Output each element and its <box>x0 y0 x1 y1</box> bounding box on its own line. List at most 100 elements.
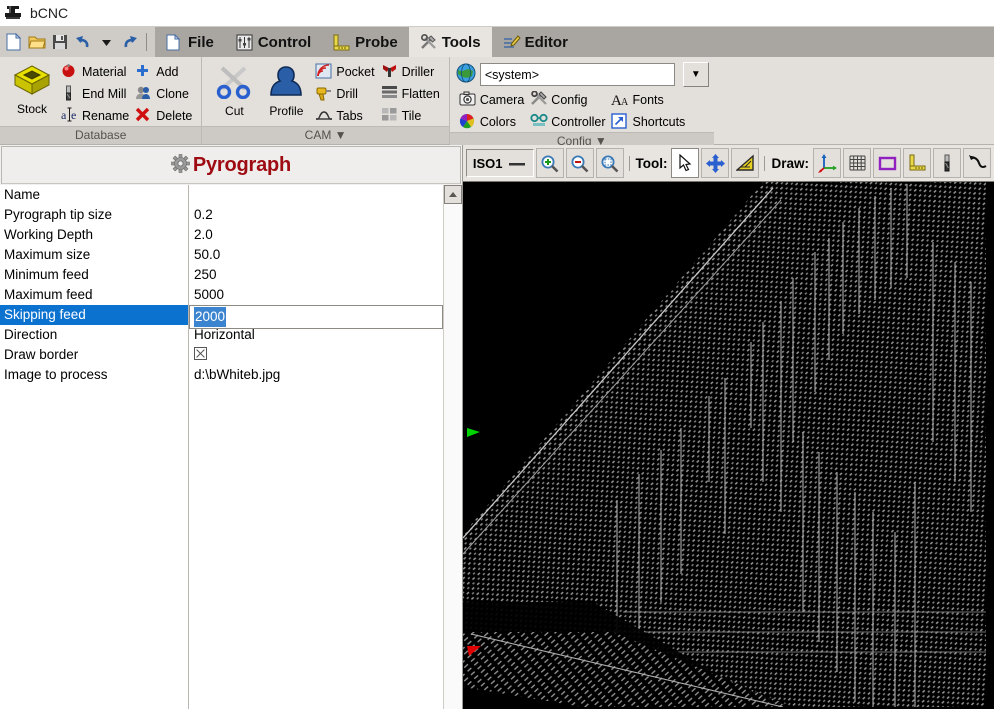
controller-label: Controller <box>551 114 606 129</box>
shortcuts-button[interactable]: Shortcuts <box>608 111 688 132</box>
profile-button[interactable]: Profile <box>260 61 312 118</box>
3d-viewport[interactable] <box>462 181 994 709</box>
property-row-maximum-feed[interactable]: Maximum feed <box>0 285 188 305</box>
end-mill-label: End Mill <box>82 86 127 101</box>
gear-icon <box>171 154 190 176</box>
window-title: bCNC <box>30 5 69 21</box>
delete-button[interactable]: Delete <box>132 105 195 126</box>
property-row-direction[interactable]: Direction <box>0 325 188 345</box>
fonts-button[interactable]: AA Fonts <box>608 89 688 110</box>
draw-margin-button[interactable] <box>873 148 901 178</box>
pocket-button[interactable]: Pocket <box>312 61 377 82</box>
clone-icon <box>135 85 152 102</box>
tab-control[interactable]: Control <box>225 27 322 57</box>
drill-button[interactable]: Drill <box>312 83 377 104</box>
open-file-button[interactable] <box>27 31 47 53</box>
zoom-fit-button[interactable] <box>595 148 624 178</box>
property-value-minimum-feed[interactable]: 250 <box>189 265 443 285</box>
triangle-down-icon: ▼ <box>690 69 701 80</box>
property-row-maximum-size[interactable]: Maximum size <box>0 245 188 265</box>
property-value-image[interactable]: d:\bWhiteb.jpg <box>189 365 443 385</box>
pyrograph-panel: Pyrograph Name Pyrograph tip size Workin… <box>0 145 463 709</box>
triangle-down-icon[interactable]: ▼ <box>335 128 347 142</box>
config-button[interactable]: Config <box>527 89 608 110</box>
tabs-button[interactable]: Tabs <box>312 105 377 126</box>
property-value-draw-border[interactable] <box>189 345 443 365</box>
draw-grid-button[interactable] <box>843 148 871 178</box>
property-row-skipping-feed[interactable]: Skipping feed <box>0 305 188 325</box>
svg-text:e: e <box>71 108 76 122</box>
config-select[interactable]: <system> <box>479 63 675 86</box>
page-title: Pyrograph <box>192 153 292 176</box>
database-group-label: Database <box>0 126 202 144</box>
tool-pan-button[interactable] <box>701 148 730 178</box>
tab-label: Tools <box>441 33 481 51</box>
controller-button[interactable]: Controller <box>527 111 608 132</box>
property-row-working-depth[interactable]: Working Depth <box>0 225 188 245</box>
flatten-button[interactable]: Flatten <box>378 83 443 104</box>
profile-head-icon <box>268 63 304 102</box>
colors-button[interactable]: Colors <box>456 111 527 132</box>
end-mill-button[interactable]: End Mill <box>58 83 132 104</box>
draw-probe-button[interactable] <box>903 148 931 178</box>
stock-button[interactable]: Stock <box>6 61 58 116</box>
tab-label: Probe <box>355 33 398 51</box>
property-value-name[interactable] <box>189 185 443 205</box>
profile-label: Profile <box>269 104 304 118</box>
camera-button[interactable]: Camera <box>456 89 527 110</box>
properties-scrollbar[interactable] <box>442 185 462 709</box>
config-select-row: <system> ▼ <box>456 62 709 87</box>
save-file-button[interactable] <box>50 31 70 53</box>
redo-button[interactable] <box>119 31 139 53</box>
tab-editor[interactable]: Editor <box>492 27 579 57</box>
property-value-maximum-feed[interactable]: 5000 <box>189 285 443 305</box>
clone-button[interactable]: Clone <box>132 83 195 104</box>
tile-button[interactable]: Tile <box>378 105 443 126</box>
database-column-2: Add Clone Delete <box>132 61 195 126</box>
clone-label: Clone <box>156 86 189 101</box>
property-row-draw-border[interactable]: Draw border <box>0 345 188 365</box>
color-wheel-icon <box>459 113 476 130</box>
cam-group-label[interactable]: CAM ▼ <box>202 126 449 144</box>
rename-button[interactable]: ae Rename <box>58 105 132 126</box>
property-row-tip-size[interactable]: Pyrograph tip size <box>0 205 188 225</box>
property-row-image[interactable]: Image to process <box>0 365 188 385</box>
property-value-maximum-size[interactable]: 50.0 <box>189 245 443 265</box>
property-value-tip-size[interactable]: 0.2 <box>189 205 443 225</box>
chevron-down-icon[interactable] <box>96 31 116 53</box>
svg-text:A: A <box>621 97 629 107</box>
draw-endmill-button[interactable] <box>933 148 961 178</box>
new-file-button[interactable] <box>4 31 24 53</box>
undo-button[interactable] <box>73 31 93 53</box>
config-column-2: Config Controller <box>527 89 608 132</box>
tab-label: Control <box>257 33 312 51</box>
view-select[interactable]: ISO1 <box>465 149 534 177</box>
cut-button[interactable]: Cut <box>208 61 260 118</box>
draw-border-checkbox[interactable] <box>194 347 207 360</box>
property-row-minimum-feed[interactable]: Minimum feed <box>0 265 188 285</box>
add-button[interactable]: Add <box>132 61 195 82</box>
tab-file[interactable]: File <box>155 27 225 57</box>
draw-axes-button[interactable] <box>813 148 841 178</box>
tool-select-button[interactable] <box>671 148 700 178</box>
tab-probe[interactable]: Probe <box>322 27 409 57</box>
property-row-name[interactable]: Name <box>0 185 188 205</box>
tab-tools[interactable]: Tools <box>408 27 492 57</box>
drill-icon <box>315 85 332 102</box>
material-button[interactable]: Material <box>58 61 132 82</box>
tabs-icon <box>315 107 333 124</box>
zoom-in-button[interactable] <box>535 148 564 178</box>
skipping-feed-edit-input[interactable]: 2000 <box>189 305 443 329</box>
ruler-icon <box>333 34 350 51</box>
tabs-label: Tabs <box>336 108 363 123</box>
config-select-dropdown-button[interactable]: ▼ <box>682 62 709 87</box>
red-sphere-icon <box>61 63 78 80</box>
skipping-feed-edit-value: 2000 <box>194 307 227 327</box>
driller-button[interactable]: Driller <box>378 61 443 82</box>
pocket-label: Pocket <box>336 64 375 79</box>
property-value-working-depth[interactable]: 2.0 <box>189 225 443 245</box>
scroll-up-button[interactable] <box>443 185 462 204</box>
zoom-out-button[interactable] <box>565 148 594 178</box>
draw-path-button[interactable] <box>963 148 991 178</box>
tool-gantry-button[interactable] <box>731 148 760 178</box>
